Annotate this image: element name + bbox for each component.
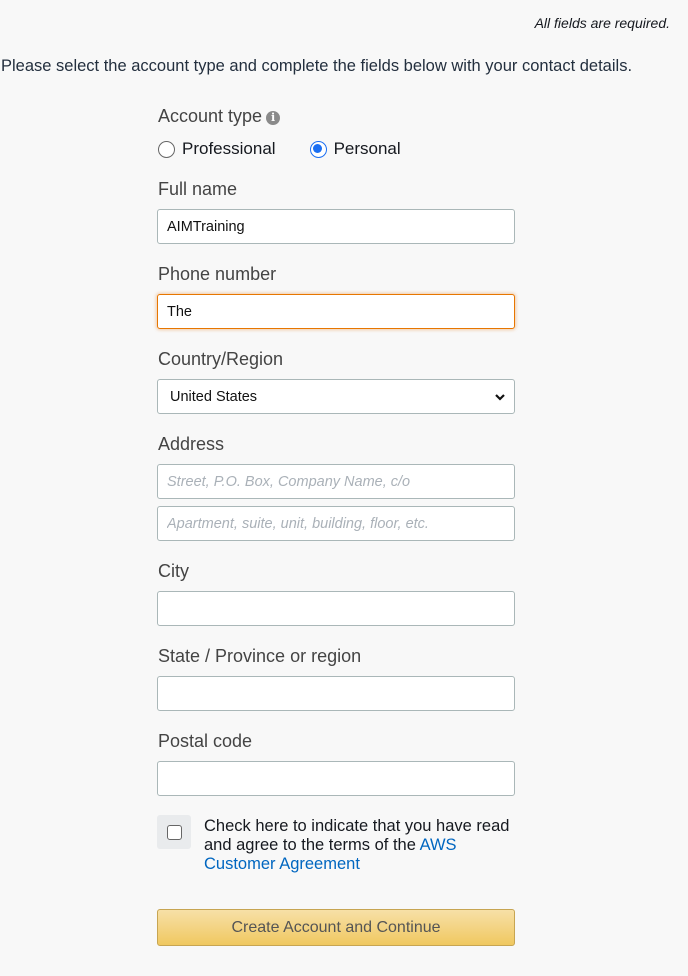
intro-text: Please select the account type and compl… [1,57,633,75]
address-label: Address [158,434,225,454]
address-line2-input[interactable] [157,506,515,541]
full-name-input[interactable] [157,209,515,244]
required-note: All fields are required. [534,15,670,31]
account-type-radio-group: Professional Personal [158,139,401,159]
radio-button[interactable] [158,140,175,158]
state-input[interactable] [157,676,515,711]
address-line1-input[interactable] [157,464,515,499]
radio-personal[interactable]: Personal [309,139,401,159]
chevron-down-icon [495,393,505,401]
agreement-checkbox[interactable] [166,824,182,840]
agreement-checkbox-wrapper[interactable] [157,815,191,849]
agreement-text: Check here to indicate that you have rea… [204,817,510,873]
radio-button-checked[interactable] [309,140,327,158]
info-icon[interactable]: i [266,111,281,125]
phone-label: Phone number [158,264,277,284]
full-name-label: Full name [158,179,238,199]
postal-code-input[interactable] [157,761,515,796]
state-label: State / Province or region [158,646,362,666]
city-label: City [158,561,189,581]
country-select[interactable]: United States [157,379,515,414]
country-label: Country/Region [158,349,284,369]
radio-professional[interactable]: Professional [158,139,276,159]
create-account-button[interactable]: Create Account and Continue [157,909,515,946]
postal-code-label: Postal code [158,731,253,751]
city-input[interactable] [157,591,515,626]
account-type-label: Account type i [158,106,281,127]
phone-input[interactable] [157,294,515,329]
